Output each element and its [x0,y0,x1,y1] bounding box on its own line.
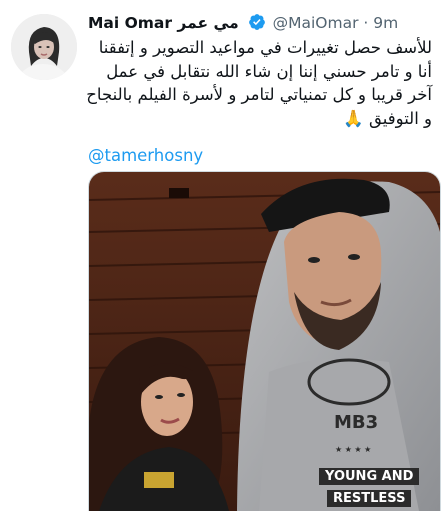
hoodie-print-bottom-2: RESTLESS [327,490,412,507]
hoodie-print-top: MB3 [334,412,379,433]
hoodie-print-bottom-1: YOUNG AND [319,468,420,485]
tweet-text-line: و التوفيق 🙏 [343,108,432,128]
verified-badge-icon [248,13,266,35]
svg-text:★ ★ ★ ★: ★ ★ ★ ★ [335,445,371,454]
mention-link[interactable]: @tamerhosny [88,146,203,165]
author-name[interactable]: Mai Omar مي عمر [88,14,239,32]
tweet-timestamp[interactable]: 9m [373,14,398,32]
author-handle[interactable]: @MaiOmar [273,14,359,32]
tweet-header: Mai Omar مي عمر @MaiOmar · 9m [88,13,437,35]
tweet-text-line: أنا و تامر حسني إننا إن شاء الله نتقابل … [106,61,432,81]
avatar-image [11,14,77,80]
tweet-text-line: للأسف حصل تغييرات في مواعيد التصوير و إت… [98,38,432,57]
tweet-text: للأسف حصل تغييرات في مواعيد التصوير و إت… [86,36,432,130]
separator-dot: · [363,14,369,32]
tweet-text-line: آخر قريبا و كل تمنياتي لتامر و لأسرة الف… [86,85,432,104]
tweet-photo[interactable]: ★ ★ ★ ★ MB3 YOUNG AND RESTLESS [88,171,441,511]
author-avatar[interactable] [11,14,77,80]
